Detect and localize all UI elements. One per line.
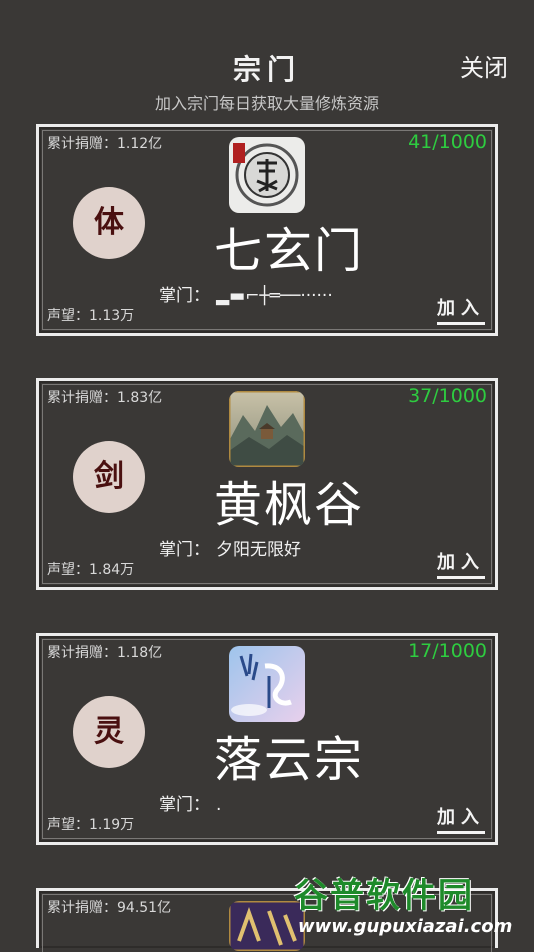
- donation-total: 累计捐赠：1.12亿: [47, 136, 163, 152]
- leader-name: 夕阳无限好: [216, 540, 301, 560]
- leader-label: 掌门：: [159, 540, 210, 560]
- sect-card: 累计捐赠：1.12亿 41/1000 体 七玄门 掌门： ▂▬⌐┼═──·····…: [36, 124, 498, 336]
- join-button[interactable]: 加入: [437, 803, 485, 834]
- leader-name: ▂▬⌐┼═──······: [216, 286, 333, 306]
- page-title: 宗门: [232, 53, 301, 86]
- mountain-temple-icon: [229, 391, 305, 467]
- leader-label: 掌门：: [159, 286, 210, 306]
- reputation: 声望：1.13万: [47, 308, 135, 324]
- watermark-url: www.gupuxiazai.com: [298, 916, 513, 937]
- watermark-logo: 谷普软件园 www.gupuxiazai.com: [290, 864, 530, 944]
- sect-name: 黄枫谷: [213, 477, 364, 533]
- page-header: 宗门 加入宗门每日获取大量修炼资源 关闭: [0, 0, 534, 120]
- donation-total: 累计捐赠：1.83亿: [47, 390, 163, 406]
- sect-leader: 掌门： ▂▬⌐┼═──······: [159, 281, 419, 306]
- sect-name: 七玄门: [213, 223, 364, 279]
- sect-leader: 掌门：.: [159, 790, 419, 815]
- reputation: 声望：1.19万: [47, 817, 135, 833]
- sect-type-badge: 剑: [73, 441, 145, 513]
- reputation: 声望：1.84万: [47, 562, 135, 578]
- watermark-brand: 谷普软件园: [294, 876, 474, 916]
- sect-card: 累计捐赠：1.83亿 37/1000 剑 黄枫谷 掌门： 夕阳无限好 声望：1.8…: [36, 378, 498, 590]
- leader-name: .: [216, 795, 222, 815]
- member-count: 41/1000: [408, 131, 487, 153]
- dragon-seal-icon: [229, 137, 305, 213]
- join-button[interactable]: 加入: [437, 294, 485, 325]
- donation-total: 累计捐赠：94.51亿: [47, 900, 172, 916]
- page-subtitle: 加入宗门每日获取大量修炼资源: [154, 94, 379, 113]
- member-count: 17/1000: [408, 640, 487, 662]
- close-button[interactable]: 关闭: [460, 48, 508, 83]
- sect-type-badge: 灵: [73, 696, 145, 768]
- cloud-calligraphy-icon: [229, 646, 305, 722]
- sect-card: 累计捐赠：1.18亿 17/1000 灵 落云宗 掌门：. 声望：1.19万 加…: [36, 633, 498, 845]
- member-count: 37/1000: [408, 385, 487, 407]
- leader-label: 掌门：: [159, 795, 210, 815]
- sect-name: 落云宗: [213, 732, 364, 788]
- sect-type-badge: 体: [73, 187, 145, 259]
- join-button[interactable]: 加入: [437, 548, 485, 579]
- sect-leader: 掌门： 夕阳无限好: [159, 535, 419, 560]
- donation-total: 累计捐赠：1.18亿: [47, 645, 163, 661]
